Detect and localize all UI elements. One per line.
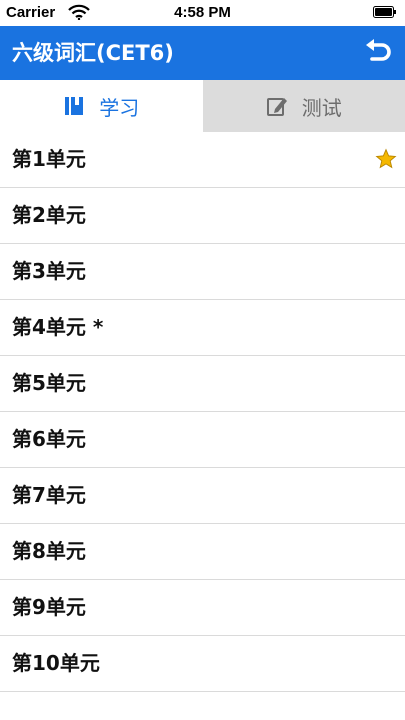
battery-icon <box>373 6 396 18</box>
status-time: 4:58 PM <box>174 4 231 21</box>
unit-list: 第1单元 第2单元 第3单元 第4单元 * 第5单元 第6单元 第7单元 第8单… <box>0 132 405 692</box>
tab-test-label: 测试 <box>301 95 342 120</box>
pencil-edit-icon <box>266 98 287 116</box>
unit-label: 第4单元 * <box>12 315 104 339</box>
back-button[interactable] <box>361 36 395 70</box>
book-icon <box>65 97 84 115</box>
unit-row-5[interactable]: 第5单元 <box>0 356 405 412</box>
unit-label: 第5单元 <box>12 371 86 395</box>
page-title: 六级词汇(CET6) <box>12 41 174 65</box>
unit-label: 第6单元 <box>12 427 86 451</box>
unit-label: 第1单元 <box>12 147 86 171</box>
unit-row-9[interactable]: 第9单元 <box>0 580 405 636</box>
undo-arrow-icon <box>366 39 391 61</box>
unit-row-1[interactable]: 第1单元 <box>0 132 405 188</box>
unit-label: 第10单元 <box>12 651 100 675</box>
unit-row-7[interactable]: 第7单元 <box>0 468 405 524</box>
unit-row-2[interactable]: 第2单元 <box>0 188 405 244</box>
tab-bar: 学习 测试 <box>0 80 405 132</box>
unit-label: 第7单元 <box>12 483 86 507</box>
unit-row-10[interactable]: 第10单元 <box>0 636 405 692</box>
tab-study[interactable]: 学习 <box>0 80 203 132</box>
tab-study-label: 学习 <box>99 95 140 120</box>
unit-label: 第2单元 <box>12 203 86 227</box>
unit-row-4[interactable]: 第4单元 * <box>0 300 405 356</box>
unit-row-8[interactable]: 第8单元 <box>0 524 405 580</box>
unit-label: 第3单元 <box>12 259 86 283</box>
tab-test[interactable]: 测试 <box>202 80 405 132</box>
unit-label: 第8单元 <box>12 539 86 563</box>
unit-label: 第9单元 <box>12 595 86 619</box>
navigation-bar: 六级词汇(CET6) <box>0 26 405 80</box>
status-bar: Carrier 4:58 PM <box>0 0 405 26</box>
star-icon[interactable] <box>375 148 397 170</box>
unit-row-3[interactable]: 第3单元 <box>0 244 405 300</box>
unit-row-6[interactable]: 第6单元 <box>0 412 405 468</box>
